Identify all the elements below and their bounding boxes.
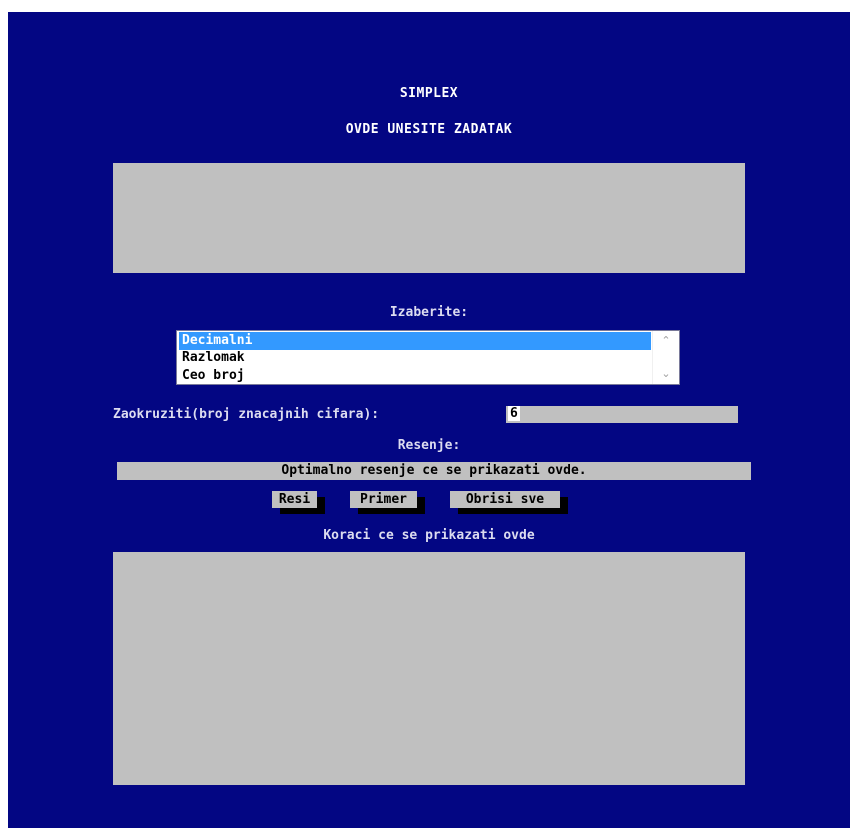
page-subtitle: OVDE UNESITE ZADATAK — [345, 122, 513, 137]
page-title: SIMPLEX — [399, 86, 459, 101]
rounding-input[interactable]: 6 — [506, 406, 738, 423]
result-output: Optimalno resenje ce se prikazati ovde. — [117, 462, 751, 480]
rounding-value: 6 — [508, 406, 520, 421]
simplex-app: SIMPLEX OVDE UNESITE ZADATAK Izaberite: … — [8, 12, 850, 828]
steps-label: Koraci ce se prikazati ovde — [323, 528, 535, 543]
number-format-listbox[interactable]: Decimalni Razlomak Ceo broj ⌃ ⌄ — [176, 330, 680, 385]
chevron-up-icon[interactable]: ⌃ — [653, 333, 679, 349]
listbox-scrollbar[interactable]: ⌃ ⌄ — [652, 331, 679, 384]
task-input[interactable] — [113, 163, 745, 273]
list-item-ceo-broj[interactable]: Ceo broj — [179, 367, 651, 384]
chevron-down-icon[interactable]: ⌄ — [653, 366, 679, 382]
solve-button[interactable]: Resi — [272, 491, 317, 508]
list-item-razlomak[interactable]: Razlomak — [179, 349, 651, 367]
steps-output[interactable] — [113, 552, 745, 785]
rounding-label: Zaokruziti(broj znacajnih cifara): — [113, 407, 380, 422]
example-button[interactable]: Primer — [350, 491, 417, 508]
choose-label: Izaberite: — [389, 305, 469, 320]
clear-all-button[interactable]: Obrisi sve — [450, 491, 560, 508]
result-label: Resenje: — [397, 438, 461, 453]
list-item-decimalni[interactable]: Decimalni — [179, 332, 651, 350]
